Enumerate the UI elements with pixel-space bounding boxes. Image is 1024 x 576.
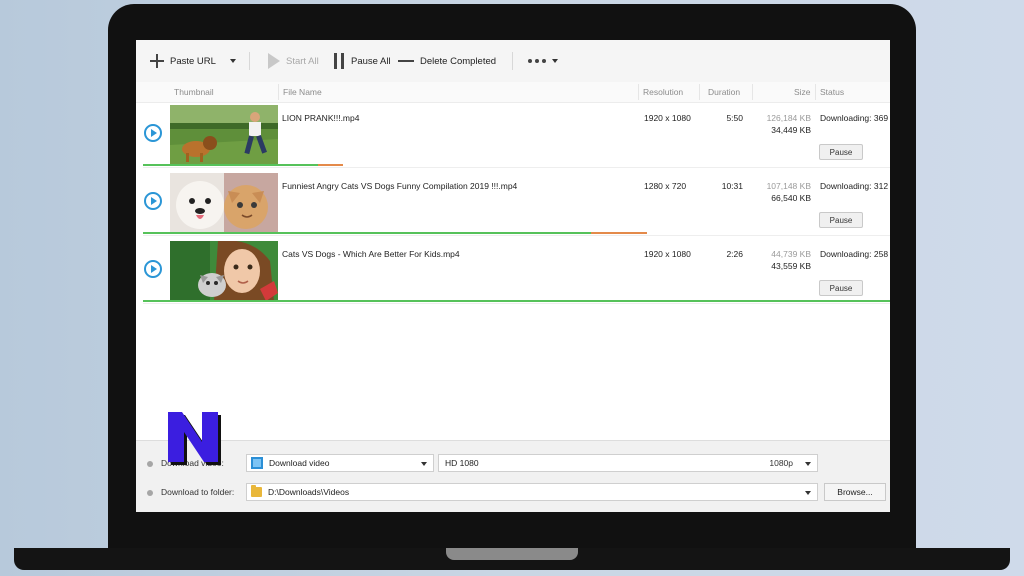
file-name: LION PRANK!!!.mp4 [282,113,360,123]
column-size[interactable]: Size [794,87,811,97]
duration: 5:50 [726,113,743,123]
laptop-notch [446,548,578,560]
downloaded-size: 34,449 KB [771,125,811,135]
column-status[interactable]: Status [820,87,844,97]
status-text: Downloading: 258 [820,249,889,259]
chevron-down-icon [805,491,811,495]
download-list: Thumbnail File Name Resolution Duration … [136,82,890,440]
laptop-base [14,548,1010,570]
downloaded-size: 66,540 KB [771,193,811,203]
downloaded-size: 43,559 KB [771,261,811,271]
delete-completed-label: Delete Completed [420,55,497,67]
pause-button[interactable]: Pause [819,280,863,296]
more-icon [528,59,546,63]
play-circle-icon[interactable] [144,192,162,210]
column-divider[interactable] [278,84,279,100]
file-name: Funniest Angry Cats VS Dogs Funny Compil… [282,181,518,191]
download-row[interactable]: LION PRANK!!!.mp4 1920 x 1080 5:50 126,1… [143,105,890,168]
progress-bar [143,300,890,302]
app-window: Paste URL Start All Pause All Delete Com… [136,40,890,512]
paste-url-label: Paste URL [170,55,216,67]
column-divider[interactable] [752,84,753,100]
pause-all-label: Pause All [351,55,391,67]
folder-row: Download to folder: D:\Downloads\Videos … [136,482,890,504]
toolbar-divider [512,52,513,70]
progress-active [591,232,647,234]
duration: 10:31 [721,181,743,191]
folder-icon [251,485,262,497]
bottom-panel: Download video: Download video HD 1080 1… [136,440,890,512]
plus-icon [150,54,164,68]
quality-suffix: 1080p [769,458,793,468]
chevron-down-icon [421,462,427,466]
quality-select[interactable]: HD 1080 1080p [438,454,818,472]
progress-bar [143,164,890,166]
more-options-button[interactable] [528,52,558,70]
progress-bar [143,232,890,234]
play-circle-icon[interactable] [144,260,162,278]
resolution: 1920 x 1080 [644,113,691,123]
file-name: Cats VS Dogs - Which Are Better For Kids… [282,249,460,259]
pause-icon [334,53,345,69]
duration: 2:26 [726,249,743,259]
channel-logo [168,412,221,465]
column-duration[interactable]: Duration [708,87,740,97]
total-size: 44,739 KB [771,249,811,259]
browse-button[interactable]: Browse... [824,483,886,501]
video-thumbnail [170,241,278,301]
quality-value: HD 1080 [445,458,479,468]
total-size: 126,184 KB [766,113,811,123]
status-text: Downloading: 312 [820,181,889,191]
folder-value: D:\Downloads\Videos [268,487,350,497]
folder-label: Download to folder: [161,487,235,497]
toolbar: Paste URL Start All Pause All Delete Com… [136,40,890,83]
column-resolution[interactable]: Resolution [643,87,683,97]
column-divider[interactable] [815,84,816,100]
folder-select[interactable]: D:\Downloads\Videos [246,483,818,501]
column-thumbnail[interactable]: Thumbnail [174,87,214,97]
total-size: 107,148 KB [766,181,811,191]
toolbar-divider [249,52,250,70]
progress-active [318,164,343,166]
bullet-icon [147,461,153,467]
download-row[interactable]: Cats VS Dogs - Which Are Better For Kids… [143,241,890,304]
minus-icon [398,60,414,62]
download-row[interactable]: Funniest Angry Cats VS Dogs Funny Compil… [143,173,890,236]
paste-url-button[interactable]: Paste URL [150,52,236,70]
bullet-icon [147,490,153,496]
start-all-button[interactable]: Start All [268,52,319,70]
column-file-name[interactable]: File Name [283,87,322,97]
list-header: Thumbnail File Name Resolution Duration … [136,82,890,103]
download-type-select[interactable]: Download video [246,454,434,472]
pause-button[interactable]: Pause [819,144,863,160]
resolution: 1280 x 720 [644,181,687,191]
resolution: 1920 x 1080 [644,249,691,259]
video-thumbnail [170,173,278,233]
play-icon [268,53,280,69]
video-thumbnail [170,105,278,165]
column-divider[interactable] [699,84,700,100]
chevron-down-icon [805,462,811,466]
progress-fill [143,300,890,302]
download-type-value: Download video [269,458,330,468]
column-divider[interactable] [638,84,639,100]
chevron-down-icon[interactable] [229,59,236,63]
video-icon [251,457,263,469]
play-circle-icon[interactable] [144,124,162,142]
pause-button[interactable]: Pause [819,212,863,228]
delete-completed-button[interactable]: Delete Completed [398,52,496,70]
status-text: Downloading: 369 [820,113,889,123]
download-type-row: Download video: Download video HD 1080 1… [136,453,890,475]
progress-fill [143,164,342,166]
pause-all-button[interactable]: Pause All [334,52,391,70]
chevron-down-icon [552,59,558,63]
progress-fill [143,232,631,234]
start-all-label: Start All [286,55,319,67]
